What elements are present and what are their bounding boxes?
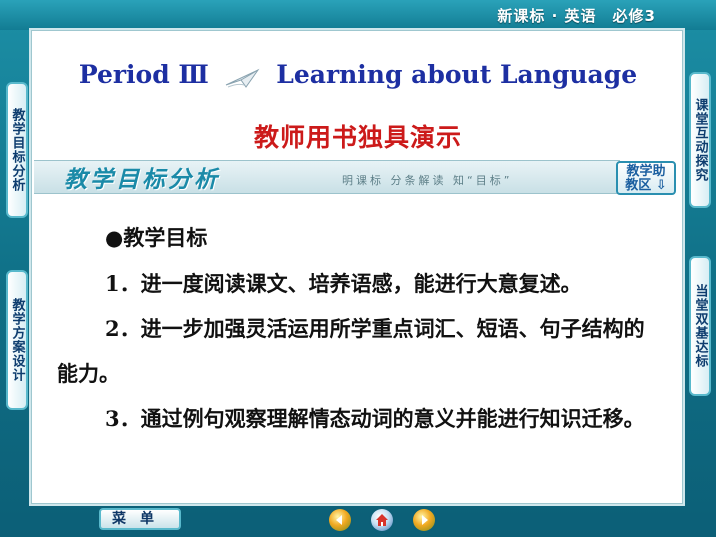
section-title: 教学目标分析 <box>64 166 220 193</box>
objective-item: 1．进一度阅读课文、培养语感，能进行大意复述。 <box>105 271 582 296</box>
tab-class-interaction[interactable]: 课堂互动探究 <box>689 72 711 208</box>
arrow-left-icon[interactable] <box>329 509 351 531</box>
objective-item: 2．进一步加强灵活运用所学重点词汇、短语、句子结构的能力。 <box>57 316 645 386</box>
course-tag: 新课标 · 英语 必修3 <box>497 7 656 25</box>
tab-basic-practice[interactable]: 当堂双基达标 <box>689 256 711 396</box>
title-topic: Learning about Language <box>276 60 638 89</box>
tab-objective-analysis[interactable]: 教学目标分析 <box>6 82 28 218</box>
title-period: Period Ⅲ <box>78 60 209 89</box>
top-banner: 新课标 · 英语 必修3 <box>0 0 716 30</box>
helper-label-top: 教学助 <box>626 164 666 179</box>
section-hint: 明课标 分条解读 知“目标” <box>342 174 513 187</box>
objective-item: 3．通过例句观察理解情态动词的意义并能进行知识迁移。 <box>105 406 645 431</box>
tab-label: 课堂互动探究 <box>692 98 708 182</box>
tab-label: 当堂双基达标 <box>692 284 708 368</box>
objectives-content: ●教学目标 1．进一度阅读课文、培养语感，能进行大意复述。 2．进一步加强灵活运… <box>57 222 665 441</box>
teaching-helper-button[interactable]: 教学助 教区 ⇩ <box>616 161 676 195</box>
home-icon[interactable] <box>371 509 393 531</box>
tab-label: 教学目标分析 <box>9 108 25 192</box>
paper-plane-icon <box>224 66 262 88</box>
menu-button[interactable]: 菜单 <box>99 508 181 530</box>
tab-label: 教学方案设计 <box>9 298 25 382</box>
arrow-right-icon[interactable] <box>413 509 435 531</box>
helper-label-bottom: 教区 ⇩ <box>625 178 667 193</box>
objectives-heading: ●教学目标 <box>105 225 208 250</box>
slide-title: Period Ⅲ Learning about Language <box>0 60 716 89</box>
tab-lesson-design[interactable]: 教学方案设计 <box>6 270 28 410</box>
slide-subtitle: 教师用书独具演示 <box>253 123 462 152</box>
